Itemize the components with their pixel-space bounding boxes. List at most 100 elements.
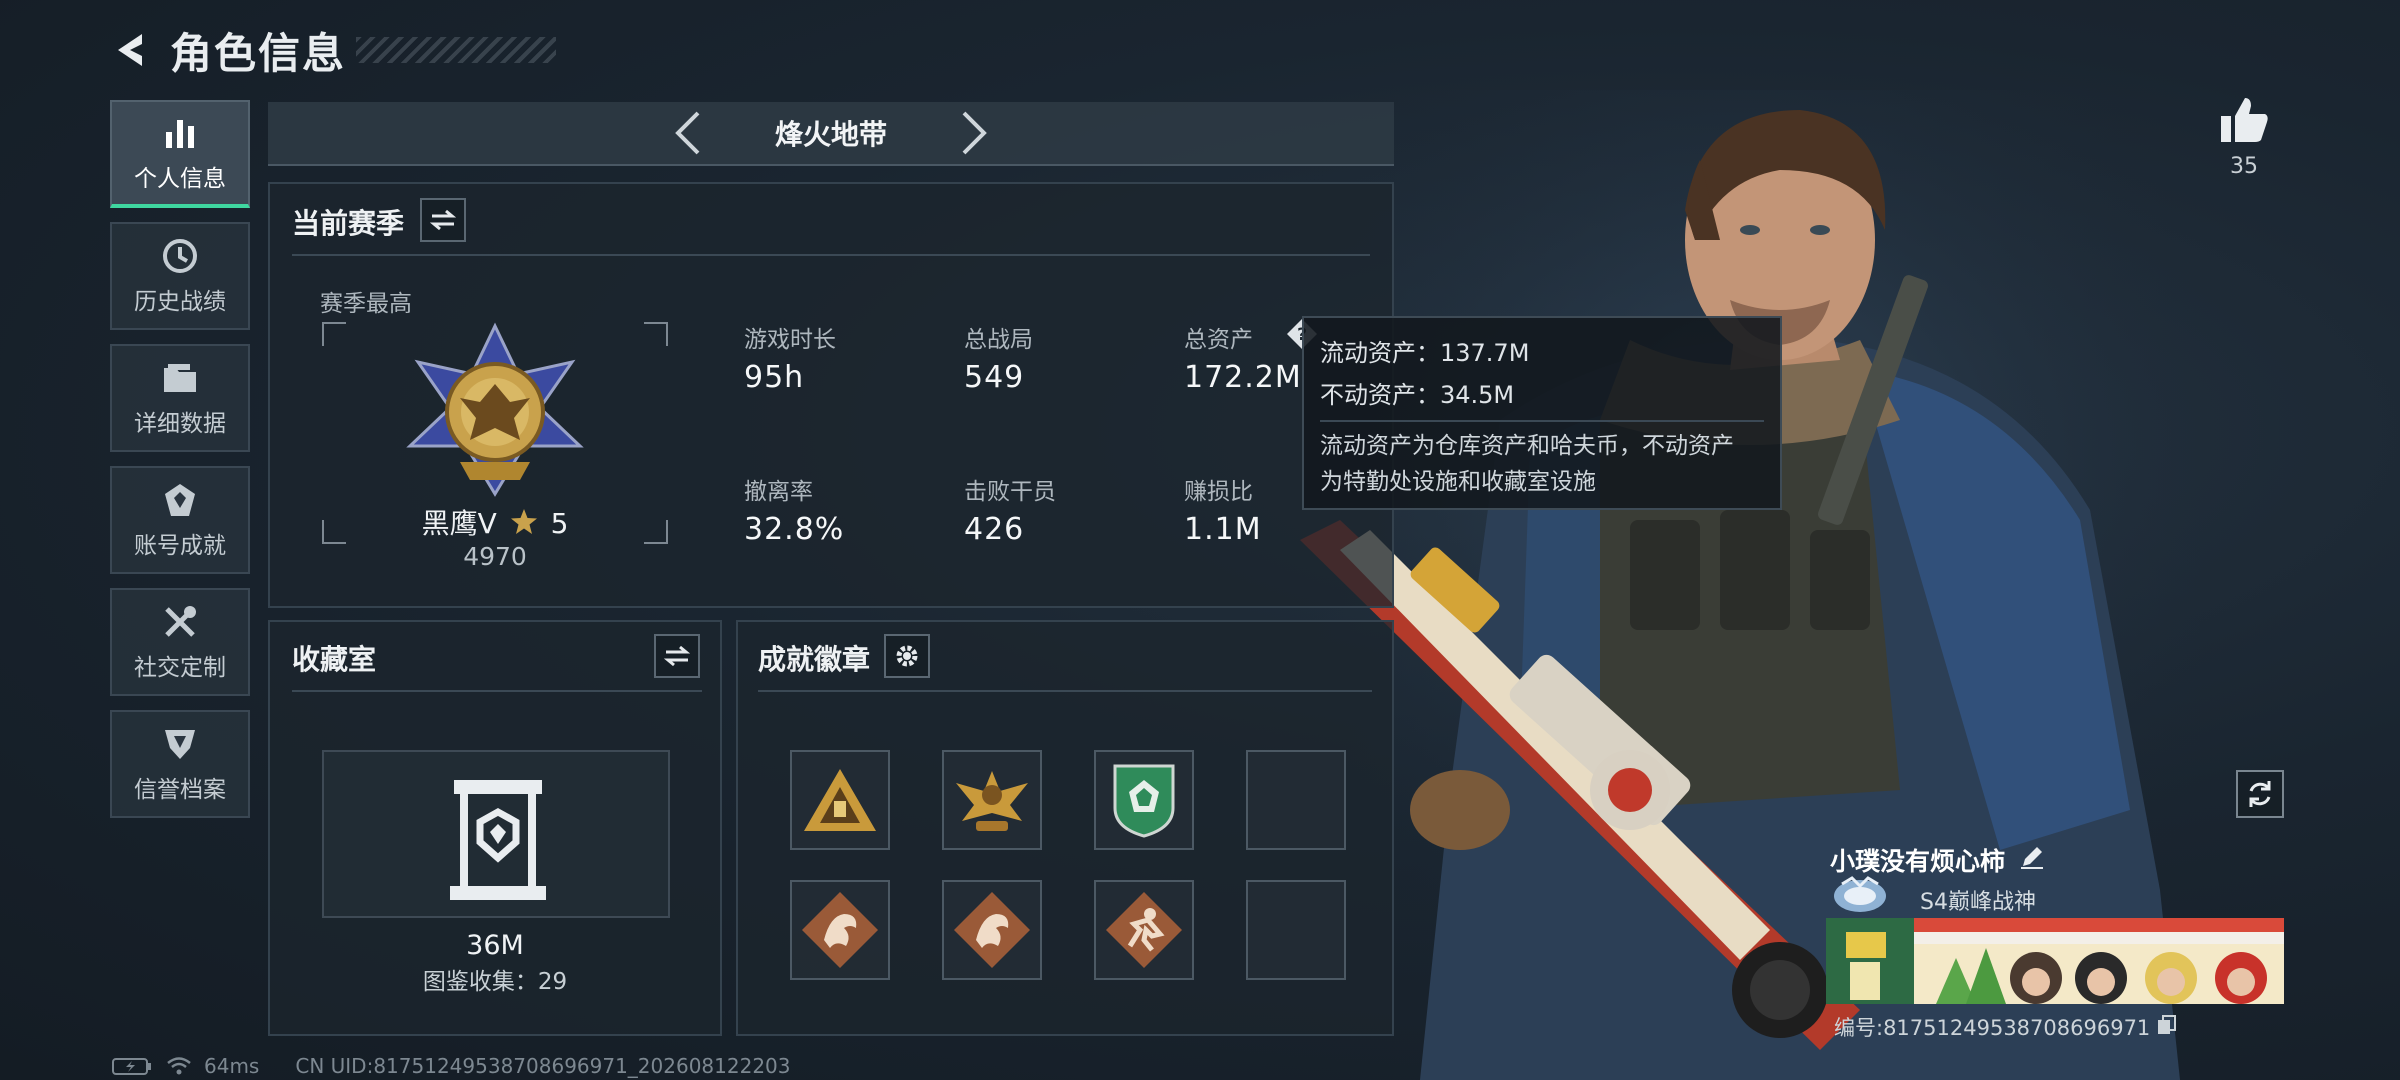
- season-best-label: 赛季最高: [320, 291, 412, 317]
- achievements-title: 成就徽章: [758, 643, 871, 676]
- stat-kills-label: 击败干员: [964, 479, 1056, 505]
- chevron-right-icon: [962, 111, 987, 155]
- sidebar-item-label: 历史战绩: [134, 289, 226, 315]
- collection-divider: [292, 690, 702, 692]
- back-arrow-icon: [118, 34, 142, 66]
- stat-profit-ratio-value: 1.1M: [1184, 512, 1262, 547]
- sidebar-item-label: 账号成就: [134, 533, 226, 559]
- stat-extraction-rate-label: 撤离率: [744, 479, 813, 505]
- sidebar-item-label: 信誉档案: [134, 777, 226, 803]
- shield-badge-icon: [160, 724, 200, 764]
- collection-value: 36M: [466, 930, 524, 961]
- sidebar-item-detailed-data[interactable]: 详细数据: [110, 344, 250, 452]
- stat-extraction-rate-value: 32.8%: [744, 512, 845, 547]
- sidebar-item-label: 详细数据: [134, 411, 226, 437]
- pencil-icon: [2021, 847, 2044, 869]
- like-widget[interactable]: 35: [2214, 96, 2274, 179]
- badge-slot-8-empty[interactable]: [1246, 880, 1346, 980]
- current-season-panel: 当前赛季 赛季最高 黑鹰V 5 4970 游戏时长 95h 总战局 549 总资…: [268, 182, 1394, 608]
- header: 角色信息: [110, 20, 570, 80]
- badge-slot-2[interactable]: [942, 750, 1042, 850]
- clock-history-icon: [160, 236, 200, 276]
- badge-slot-4-empty[interactable]: [1246, 750, 1346, 850]
- collection-title: 收藏室: [292, 643, 377, 676]
- dragon-badge-icon: [802, 892, 878, 968]
- achievements-settings-button[interactable]: [884, 634, 930, 678]
- title-decoration: [356, 37, 557, 63]
- achievement-icon: [160, 480, 200, 520]
- sidebar-item-social[interactable]: 社交定制: [110, 588, 250, 696]
- runner-badge-icon: [1106, 892, 1182, 968]
- stat-playtime-label: 游戏时长: [744, 327, 836, 353]
- wifi-icon: [167, 1057, 191, 1075]
- star-icon: [510, 509, 537, 534]
- folder-icon: [160, 358, 200, 398]
- stat-kills-value: 426: [964, 512, 1025, 547]
- pyramid-badge-icon: [804, 769, 876, 831]
- ping-value: 64ms: [204, 1054, 260, 1078]
- swap-icon: [664, 645, 690, 667]
- gear-icon: [896, 645, 918, 667]
- stat-total-matches-value: 549: [964, 360, 1025, 395]
- player-name-row: 小璞没有烦心柿: [1830, 842, 2045, 878]
- sidebar-item-reputation[interactable]: 信誉档案: [110, 710, 250, 818]
- rank-name: 黑鹰V: [421, 507, 497, 540]
- stat-playtime-value: 95h: [744, 360, 805, 395]
- rank-name-row: 黑鹰V 5: [270, 502, 720, 542]
- tooltip-desc-1: 流动资产为仓库资产和哈夫币，不动资产: [1320, 433, 1734, 459]
- badge-slot-7[interactable]: [1094, 880, 1194, 980]
- badge-slot-5[interactable]: [790, 880, 890, 980]
- achievements-divider: [758, 690, 1372, 692]
- emerald-shield-badge-icon: [1113, 764, 1175, 838]
- banner-art: [1826, 918, 2284, 1004]
- uid-text: CN UID:81751249538708696971_202608122203: [295, 1054, 791, 1078]
- sidebar-item-personal-info[interactable]: 个人信息: [110, 100, 250, 208]
- like-count: 35: [2230, 154, 2258, 179]
- vault-icon: [450, 780, 546, 900]
- rank-title-emblem-icon: [1834, 876, 1886, 912]
- battery-charging-icon: [112, 1058, 151, 1075]
- next-mode-button[interactable]: [955, 108, 995, 158]
- assets-tooltip: 流动资产：137.7M 不动资产：34.5M 流动资产为仓库资产和哈夫币，不动资…: [1302, 316, 1782, 510]
- sidebar: 个人信息 历史战绩 详细数据 账号成就 社交定制 信誉档案: [110, 100, 250, 832]
- badge-slot-3[interactable]: [1094, 750, 1194, 850]
- rank-emblem-icon: [406, 322, 584, 497]
- player-banner[interactable]: [1826, 918, 2284, 1004]
- season-swap-button[interactable]: [420, 198, 466, 242]
- season-title: 当前赛季: [292, 207, 405, 240]
- player-id: 编号:81751249538708696971: [1834, 1016, 2151, 1040]
- badge-slot-1[interactable]: [790, 750, 890, 850]
- back-button[interactable]: [110, 28, 154, 72]
- dragon-badge-icon: [954, 892, 1030, 968]
- refresh-icon: [2249, 781, 2271, 807]
- season-divider: [292, 254, 1370, 256]
- refresh-button[interactable]: [2236, 770, 2284, 818]
- copy-icon: [2158, 1014, 2177, 1034]
- stat-total-assets-value: 172.2M: [1184, 360, 1302, 395]
- prev-mode-button[interactable]: [667, 108, 707, 158]
- rank-stars: 5: [550, 507, 569, 540]
- player-name: 小璞没有烦心柿: [1830, 847, 2006, 876]
- sidebar-item-history[interactable]: 历史战绩: [110, 222, 250, 330]
- status-bar: 64ms CN UID:81751249538708696971_2026081…: [112, 1054, 791, 1078]
- stat-profit-ratio-label: 赚损比: [1184, 479, 1253, 505]
- thumbs-up-icon: [2221, 98, 2268, 142]
- collection-catalog: 图鉴收集：29: [422, 969, 568, 995]
- edit-name-button[interactable]: [2019, 844, 2045, 876]
- sidebar-item-achievements[interactable]: 账号成就: [110, 466, 250, 574]
- rank-score: 4970: [463, 542, 527, 571]
- bar-chart-icon: [160, 113, 200, 153]
- copy-id-button[interactable]: [2156, 1014, 2178, 1041]
- page-title: 角色信息: [170, 28, 347, 78]
- tooltip-divider: [1320, 420, 1764, 422]
- badge-slot-6[interactable]: [942, 880, 1042, 980]
- tooltip-fixed-assets: 不动资产：34.5M: [1320, 381, 1515, 409]
- tooltip-desc-2: 为特勤处设施和收藏室设施: [1320, 469, 1596, 495]
- collection-swap-button[interactable]: [654, 634, 700, 678]
- tools-icon: [160, 602, 200, 642]
- collection-showcase[interactable]: [322, 750, 670, 918]
- achievements-panel: 成就徽章: [736, 620, 1394, 1036]
- collection-panel: 收藏室 36M 图鉴收集：29: [268, 620, 722, 1036]
- swap-icon: [430, 209, 456, 231]
- stat-total-assets-label: 总资产: [1184, 327, 1253, 353]
